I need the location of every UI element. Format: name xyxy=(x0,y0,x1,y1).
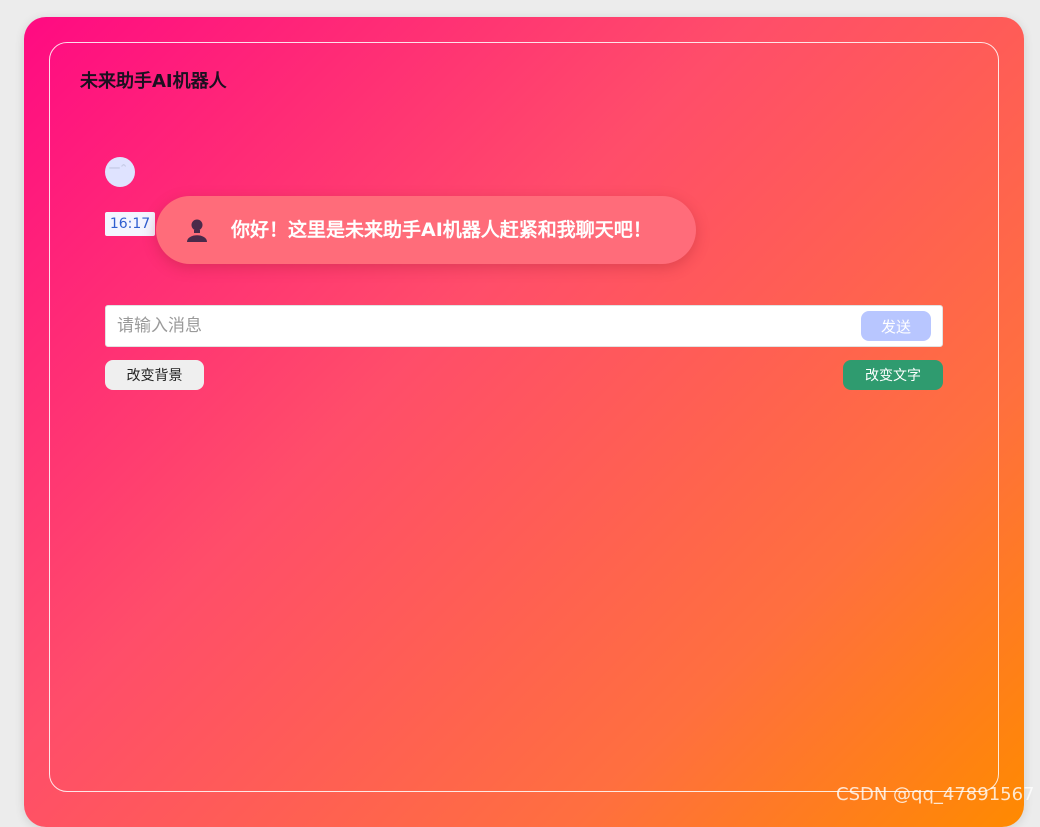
app-title: 未来助手AI机器人 xyxy=(80,71,227,92)
message-timestamp: 16:17 xyxy=(105,212,155,236)
message-composer: 发送 xyxy=(105,305,943,347)
bot-avatar-icon: 一⌃ xyxy=(105,157,135,187)
watermark: CSDN @qq_47891567 xyxy=(836,784,1035,805)
chat-message-text: 你好！这里是未来助手AI机器人赶紧和我聊天吧！ xyxy=(231,219,652,241)
message-input[interactable] xyxy=(106,306,846,346)
inner-frame xyxy=(49,42,999,792)
chat-app-card: 未来助手AI机器人 一⌃ 16:17 你好！这里是未来助手AI机器人赶紧和我聊天… xyxy=(24,17,1024,827)
change-text-button[interactable]: 改变文字 xyxy=(843,360,943,390)
user-silhouette-icon xyxy=(184,217,210,243)
change-background-button[interactable]: 改变背景 xyxy=(105,360,204,390)
chat-message-bubble: 你好！这里是未来助手AI机器人赶紧和我聊天吧！ xyxy=(156,196,696,264)
send-button[interactable]: 发送 xyxy=(861,311,931,341)
